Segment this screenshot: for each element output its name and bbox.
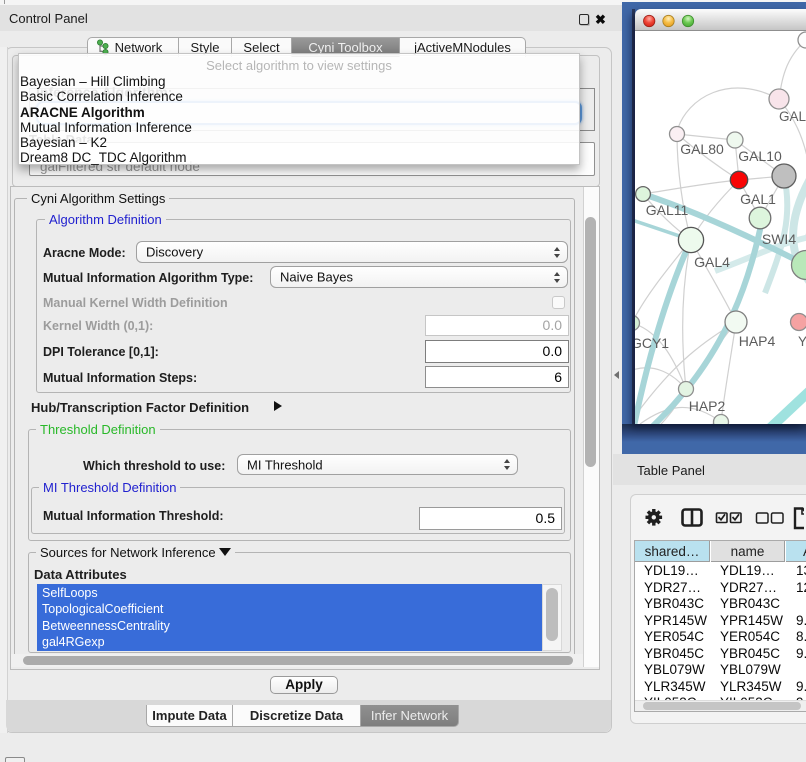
svg-text:GAL80: GAL80 [680, 141, 724, 157]
svg-text:GAL10: GAL10 [738, 148, 782, 164]
svg-text:GAL4: GAL4 [694, 254, 730, 270]
svg-text:YEL0: YEL0 [798, 334, 806, 349]
svg-text:HAP2: HAP2 [689, 398, 726, 414]
svg-text:GAL1: GAL1 [740, 191, 776, 207]
svg-text:HAP4: HAP4 [739, 333, 776, 349]
svg-text:GCY1: GCY1 [635, 335, 669, 351]
svg-text:SWI4: SWI4 [762, 231, 796, 247]
svg-text:GAL7: GAL7 [779, 109, 806, 124]
svg-text:GAL11: GAL11 [646, 202, 689, 218]
